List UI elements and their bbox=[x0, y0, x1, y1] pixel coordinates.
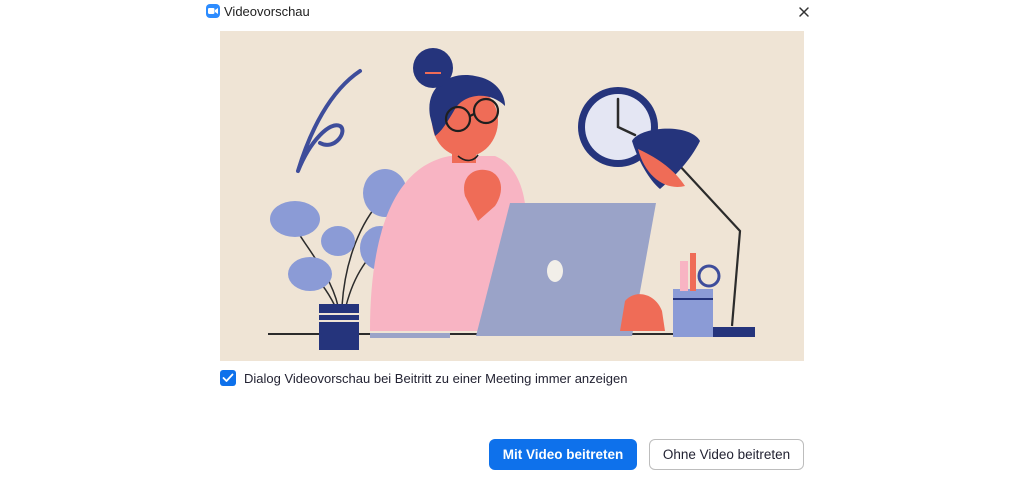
title-bar: Videovorschau bbox=[0, 0, 1024, 24]
window-title: Videovorschau bbox=[224, 4, 310, 19]
person-at-laptop-illustration bbox=[268, 48, 755, 350]
checkmark-icon bbox=[222, 373, 234, 382]
join-without-video-button[interactable]: Ohne Video beitreten bbox=[649, 439, 804, 470]
show-preview-checkbox[interactable] bbox=[220, 370, 236, 386]
video-preview bbox=[220, 31, 804, 361]
show-preview-option: Dialog Videovorschau bei Beitritt zu ein… bbox=[220, 369, 627, 387]
zoom-camera-icon bbox=[206, 4, 220, 18]
close-icon bbox=[799, 7, 809, 17]
join-with-video-button[interactable]: Mit Video beitreten bbox=[489, 439, 637, 470]
close-button[interactable] bbox=[795, 3, 813, 21]
show-preview-label[interactable]: Dialog Videovorschau bei Beitritt zu ein… bbox=[244, 371, 627, 386]
